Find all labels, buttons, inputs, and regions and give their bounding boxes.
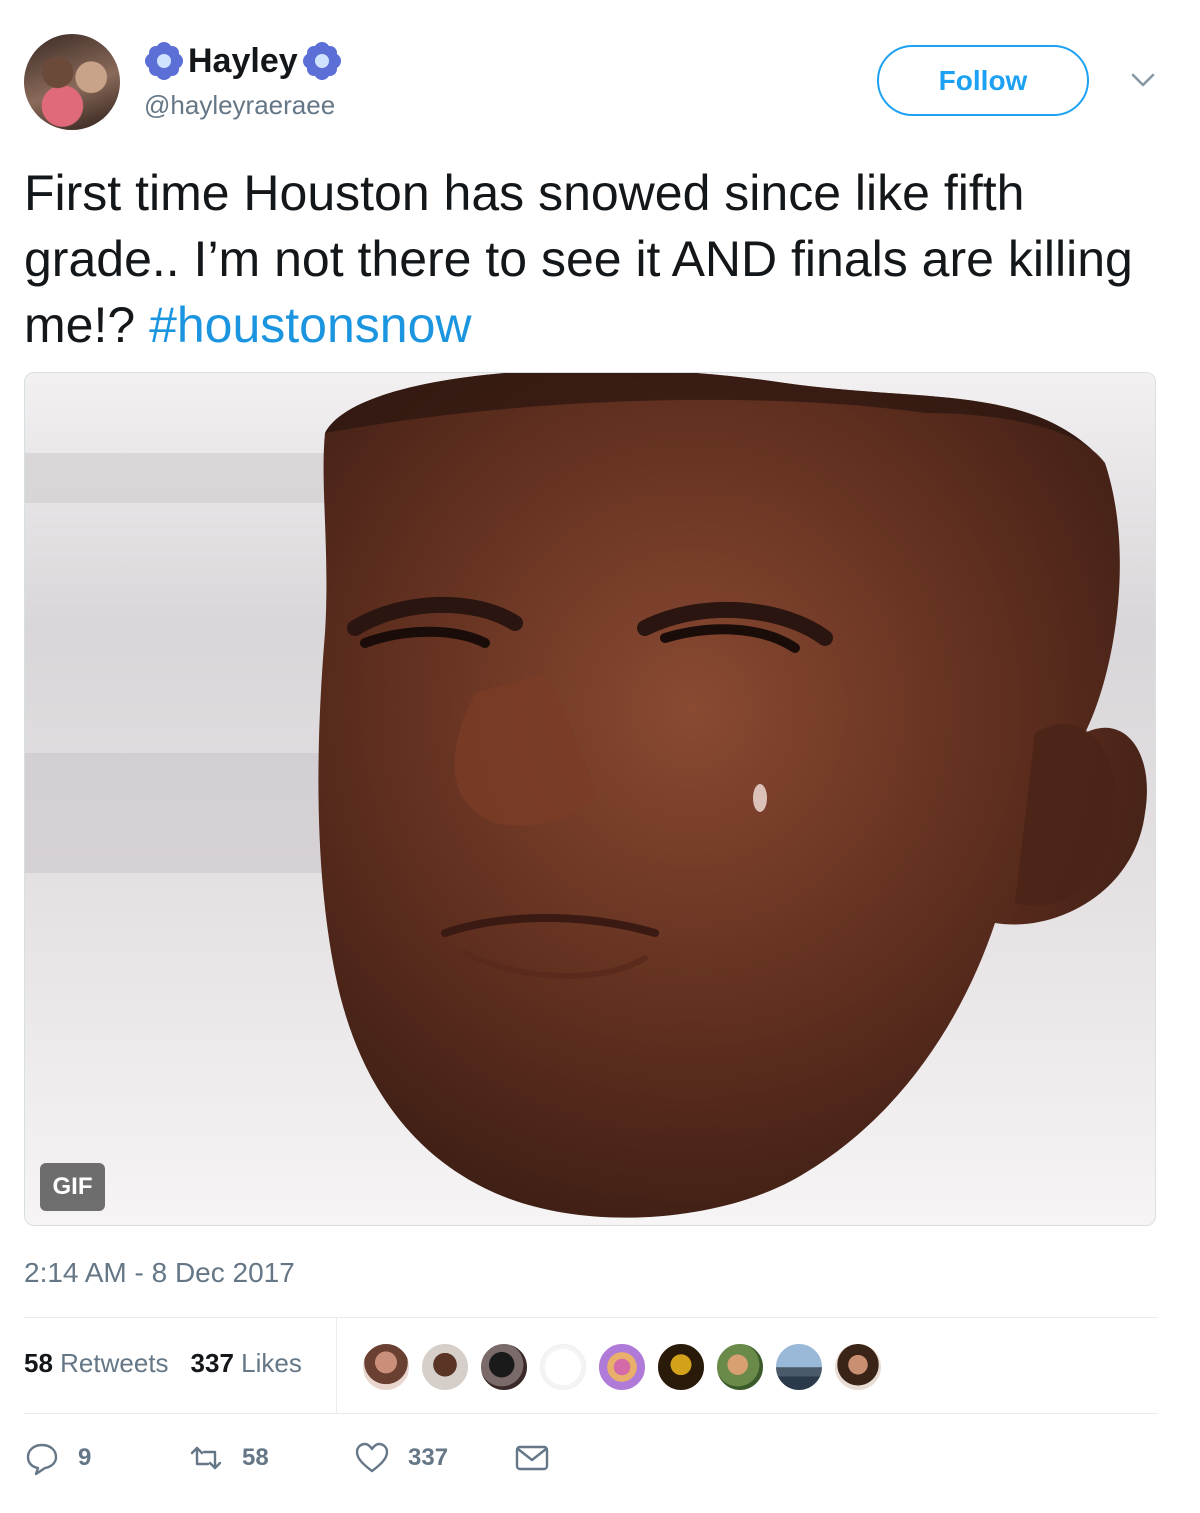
liker-avatars — [361, 1342, 883, 1392]
gif-frame-illustration — [25, 373, 1155, 1225]
envelope-icon — [515, 1445, 549, 1471]
heart-icon — [355, 1442, 389, 1473]
liker-avatar[interactable] — [715, 1342, 765, 1392]
divider-bottom — [24, 1413, 1158, 1414]
liker-avatar[interactable] — [361, 1342, 411, 1392]
retweets-label: Retweets — [60, 1348, 169, 1378]
divider-top — [24, 1317, 1158, 1318]
liker-avatar[interactable] — [479, 1342, 529, 1392]
likes-count: 337 — [190, 1348, 234, 1378]
flower-emoji-icon — [145, 42, 183, 80]
likes-stat[interactable]: 337 Likes — [191, 1348, 302, 1379]
display-name-row[interactable]: Hayley — [144, 38, 342, 84]
user-handle[interactable]: @hayleyraeraee — [144, 90, 335, 121]
direct-message-action[interactable] — [514, 1440, 550, 1476]
retweets-count: 58 — [24, 1348, 53, 1378]
retweet-count: 58 — [242, 1444, 269, 1471]
chevron-down-icon[interactable] — [1129, 66, 1157, 94]
tweet-stats: 58 Retweets 337 Likes — [24, 1348, 302, 1379]
stats-separator — [336, 1318, 337, 1414]
liker-avatar[interactable] — [656, 1342, 706, 1392]
hashtag-link[interactable]: #houstonsnow — [149, 297, 471, 353]
like-action[interactable]: 337 — [354, 1440, 448, 1476]
retweet-action[interactable]: 58 — [188, 1440, 269, 1476]
retweet-icon — [190, 1446, 222, 1470]
tweet-text: First time Houston has snowed since like… — [24, 160, 1174, 358]
liker-avatar[interactable] — [420, 1342, 470, 1392]
reply-count: 9 — [78, 1444, 92, 1471]
flower-emoji-icon — [302, 42, 341, 80]
reply-icon — [26, 1443, 58, 1476]
tweet-timestamp[interactable]: 2:14 AM - 8 Dec 2017 — [24, 1257, 295, 1289]
liker-avatar[interactable] — [774, 1342, 824, 1392]
retweets-stat[interactable]: 58 Retweets — [24, 1348, 169, 1379]
tweet-media-gif[interactable]: GIF — [24, 372, 1156, 1226]
reply-action[interactable]: 9 — [24, 1440, 91, 1476]
likes-label: Likes — [241, 1348, 302, 1378]
display-name: Hayley — [188, 41, 298, 80]
tweet-actions: 9 58 337 — [24, 1440, 624, 1488]
like-count: 337 — [408, 1444, 449, 1471]
liker-avatar[interactable] — [538, 1342, 588, 1392]
follow-button[interactable]: Follow — [877, 45, 1089, 116]
profile-avatar[interactable] — [24, 34, 120, 130]
liker-avatar[interactable] — [833, 1342, 883, 1392]
liker-avatar[interactable] — [597, 1342, 647, 1392]
gif-badge: GIF — [40, 1163, 105, 1211]
